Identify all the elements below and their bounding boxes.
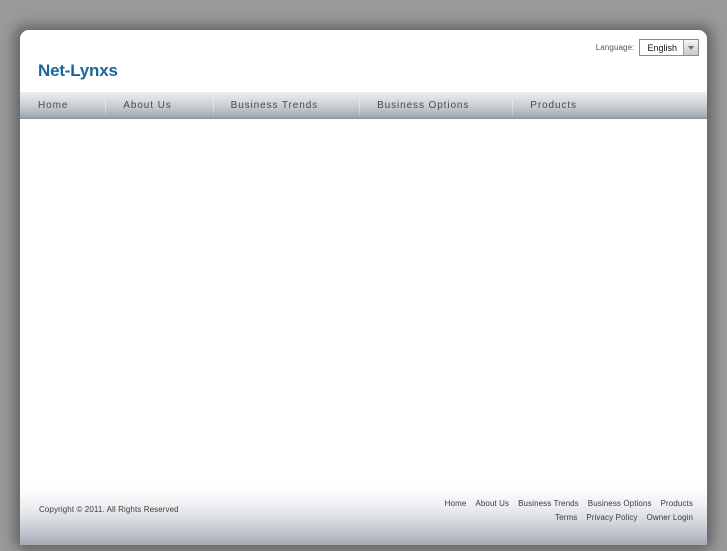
- nav-item-label: Products: [530, 99, 577, 111]
- nav-item-about-us[interactable]: About Us: [106, 92, 214, 118]
- footer-link-terms[interactable]: Terms: [555, 513, 577, 522]
- site-logo[interactable]: Net-Lynxs: [38, 61, 118, 81]
- page-frame: Language: English Net-Lynxs Home About U…: [0, 0, 727, 551]
- main-content-area: [20, 119, 707, 485]
- language-label: Language:: [595, 43, 635, 52]
- site-footer: Copyright © 2011. All Rights Reserved Ho…: [20, 485, 707, 545]
- site-header: Language: English Net-Lynxs: [20, 30, 707, 92]
- language-select-value: English: [640, 40, 683, 55]
- nav-item-label: Business Trends: [230, 99, 319, 111]
- nav-item-label: Home: [38, 99, 69, 111]
- language-select[interactable]: English: [639, 39, 699, 56]
- footer-link-products[interactable]: Products: [661, 499, 693, 508]
- footer-links: Home About Us Business Trends Business O…: [445, 499, 693, 527]
- footer-link-row: Home About Us Business Trends Business O…: [445, 499, 693, 508]
- footer-link-home[interactable]: Home: [445, 499, 467, 508]
- footer-link-owner-login[interactable]: Owner Login: [647, 513, 693, 522]
- nav-item-products[interactable]: Products: [513, 92, 594, 118]
- nav-item-business-options[interactable]: Business Options: [360, 92, 514, 118]
- site-container: Language: English Net-Lynxs Home About U…: [20, 30, 707, 545]
- nav-item-label: About Us: [123, 99, 172, 111]
- footer-copyright: Copyright © 2011. All Rights Reserved: [39, 505, 179, 514]
- footer-link-about-us[interactable]: About Us: [475, 499, 509, 508]
- footer-link-row: Terms Privacy Policy Owner Login: [445, 513, 693, 522]
- footer-link-business-trends[interactable]: Business Trends: [518, 499, 579, 508]
- nav-item-business-trends[interactable]: Business Trends: [214, 92, 361, 118]
- nav-item-label: Business Options: [377, 99, 470, 111]
- nav-item-home[interactable]: Home: [20, 92, 107, 118]
- footer-link-privacy-policy[interactable]: Privacy Policy: [586, 513, 637, 522]
- chevron-down-icon[interactable]: [683, 40, 698, 55]
- language-selector[interactable]: Language: English: [596, 38, 699, 57]
- main-navigation: Home About Us Business Trends Business O…: [20, 92, 707, 119]
- footer-link-business-options[interactable]: Business Options: [588, 499, 652, 508]
